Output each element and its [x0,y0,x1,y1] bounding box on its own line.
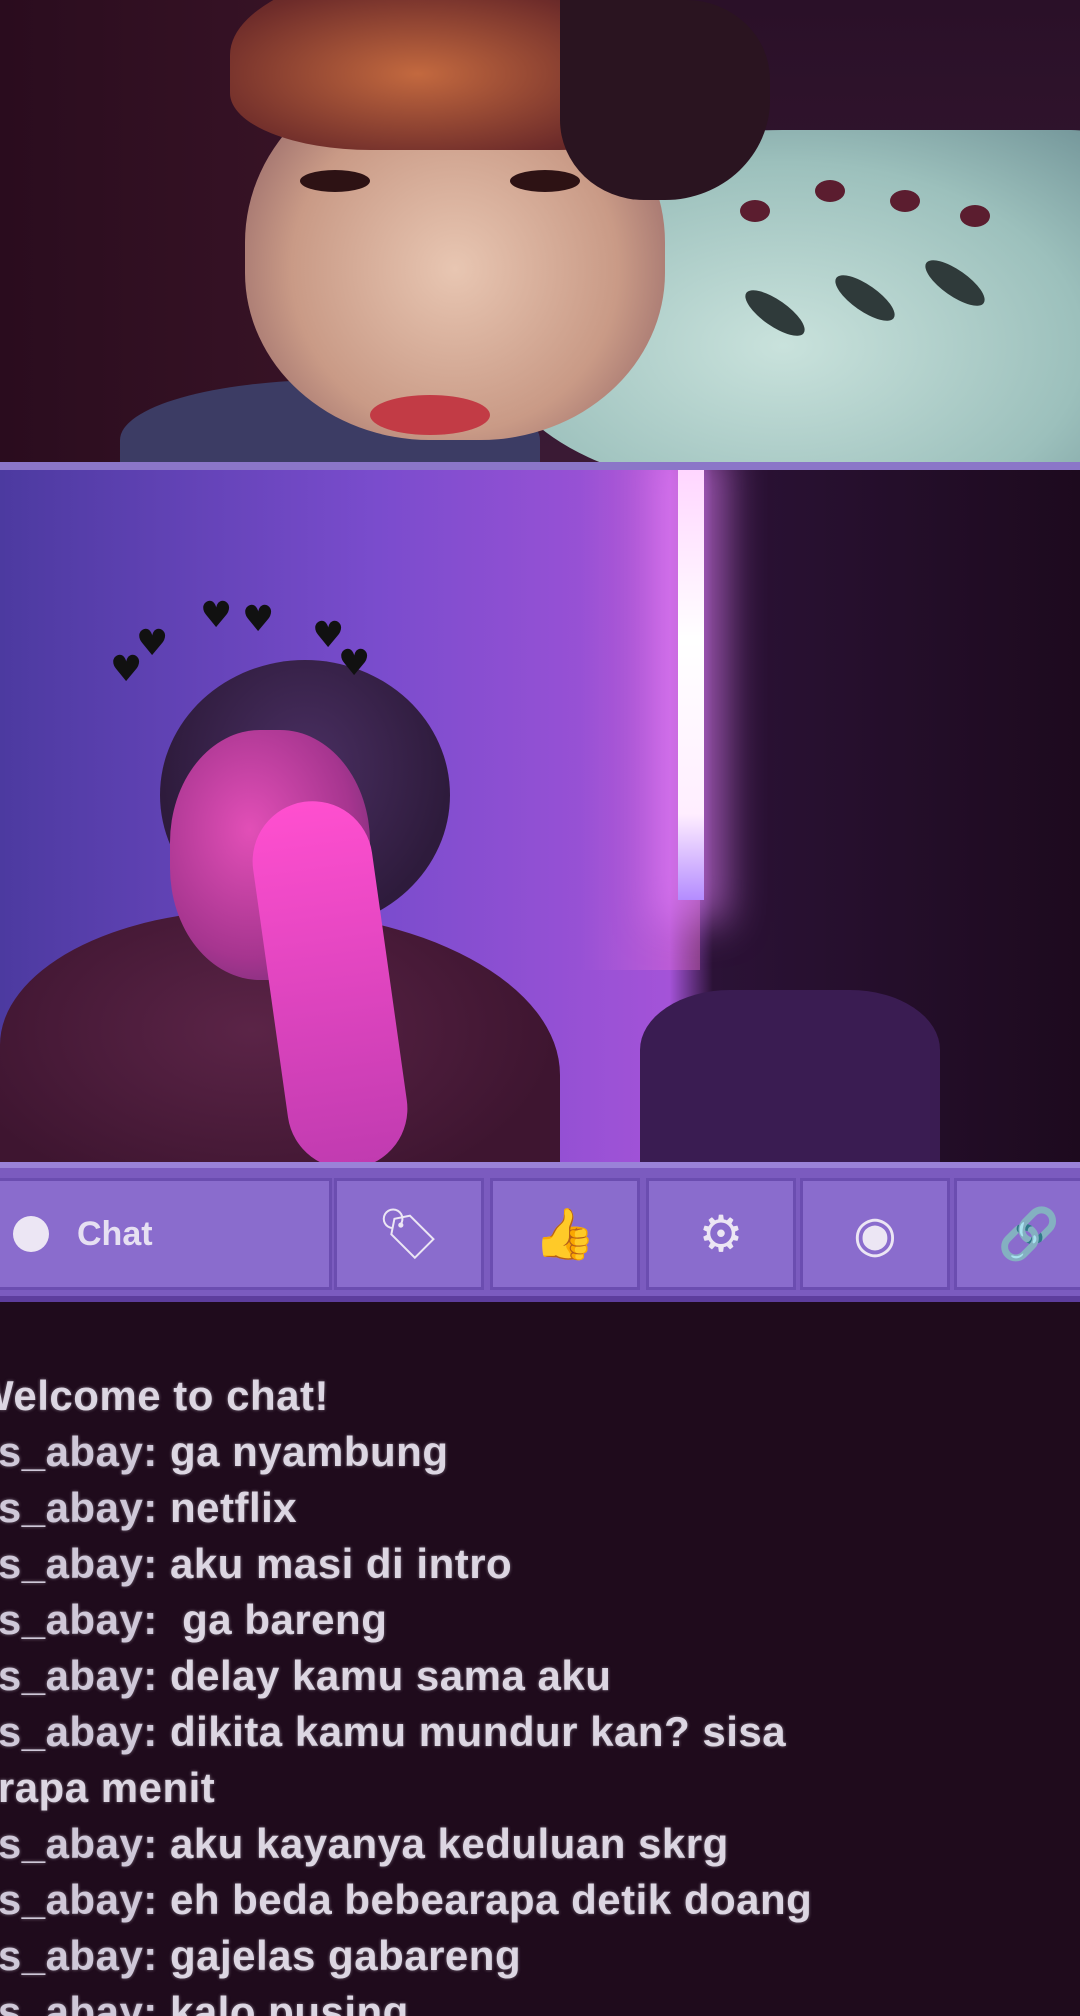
chat-text: ga bareng [157,1596,388,1643]
pillow-pattern-dot [740,200,770,222]
chat-message: as_abay: aku kayanya keduluan skrg [0,1816,1074,1872]
pillow-pattern-dot [890,190,920,212]
radio-indicator [13,1216,49,1252]
chat-message: as_abay: ga nyambung [0,1424,1074,1480]
chat-text: ga nyambung [157,1428,449,1475]
chat-log[interactable]: Welcome to chat! as_abay: ga nyambung as… [0,1302,1080,2016]
video-chat-screen: ♥ ♥ ♥ ♥ ♥ ♥ Chat 🏷 👍 ⚙ ◉ 🔗 Welcome to ch… [0,0,1080,2016]
tag-button[interactable]: 🏷 [334,1178,484,1290]
chat-message: as_abay: netflix [0,1480,1074,1536]
eye [300,170,370,192]
lips [370,395,490,435]
toolbar: Chat 🏷 👍 ⚙ ◉ 🔗 [0,1162,1080,1302]
chat-username: as_abay: [0,1484,158,1531]
pillow-pattern-dot [815,180,845,202]
heart-icon: ♥ [338,643,371,684]
chat-username: as_abay: [0,1876,158,1923]
eye [510,170,580,192]
chat-username: as_abay: [0,1540,158,1587]
chat-message: as_abay: eh beda bebearapa detik doang [0,1872,1074,1928]
hearts-overlay: ♥ ♥ ♥ ♥ ♥ ♥ [0,470,1080,1170]
link-icon: 🔗 [997,1205,1061,1263]
record-button[interactable]: ◉ [800,1178,950,1290]
tag-icon: 🏷 [377,1205,441,1263]
chat-username: as_abay: [0,1652,158,1699]
link-button[interactable]: 🔗 [954,1178,1080,1290]
hair-shadow [560,0,770,200]
chat-text: netflix [157,1484,298,1531]
chat-toggle-button[interactable]: Chat [0,1178,332,1290]
settings-button[interactable]: ⚙ [646,1178,796,1290]
thumb-icon: 👍 [533,1205,597,1263]
chat-text: aku kayanya keduluan skrg [157,1820,729,1867]
gear-icon: ⚙ [698,1205,744,1263]
chat-label: Chat [77,1214,153,1253]
chat-welcome: Welcome to chat! [0,1372,329,1419]
heart-icon: ♥ [242,599,275,640]
like-button[interactable]: 👍 [490,1178,640,1290]
chat-username: as_abay: [0,1708,158,1755]
chat-username: as_abay: [0,1932,158,1979]
circle-icon: ◉ [853,1205,897,1263]
chat-text: erapa menit [0,1764,216,1811]
chat-message: as_abay: ga bareng [0,1592,1074,1648]
chat-username: as_abay: [0,1988,158,2016]
chat-text: delay kamu sama aku [157,1652,612,1699]
heart-icon: ♥ [136,623,169,664]
chat-text: kalo pusing [157,1988,409,2016]
chat-message-continuation: erapa menit [0,1760,1074,1816]
pillow-pattern-dot [960,205,990,227]
chat-username: as_abay: [0,1596,158,1643]
chat-message: as_abay: dikita kamu mundur kan? sisa [0,1704,1074,1760]
self-video-feed [0,0,1080,462]
chat-message: as_abay: kalo pusing [0,1984,1074,2016]
chat-message-list: Welcome to chat! as_abay: ga nyambung as… [0,1368,1074,2016]
stranger-video-feed: ♥ ♥ ♥ ♥ ♥ ♥ [0,462,1080,1170]
heart-icon: ♥ [200,595,233,636]
chat-message: as_abay: aku masi di intro [0,1536,1074,1592]
chat-text: eh beda bebearapa detik doang [157,1876,813,1923]
chat-username: as_abay: [0,1820,158,1867]
chat-username: as_abay: [0,1428,158,1475]
chat-text: aku masi di intro [157,1540,513,1587]
chat-text: dikita kamu mundur kan? sisa [157,1708,787,1755]
chat-message: as_abay: gajelas gabareng [0,1928,1074,1984]
chat-message: as_abay: delay kamu sama aku [0,1648,1074,1704]
chat-text: gajelas gabareng [157,1932,522,1979]
